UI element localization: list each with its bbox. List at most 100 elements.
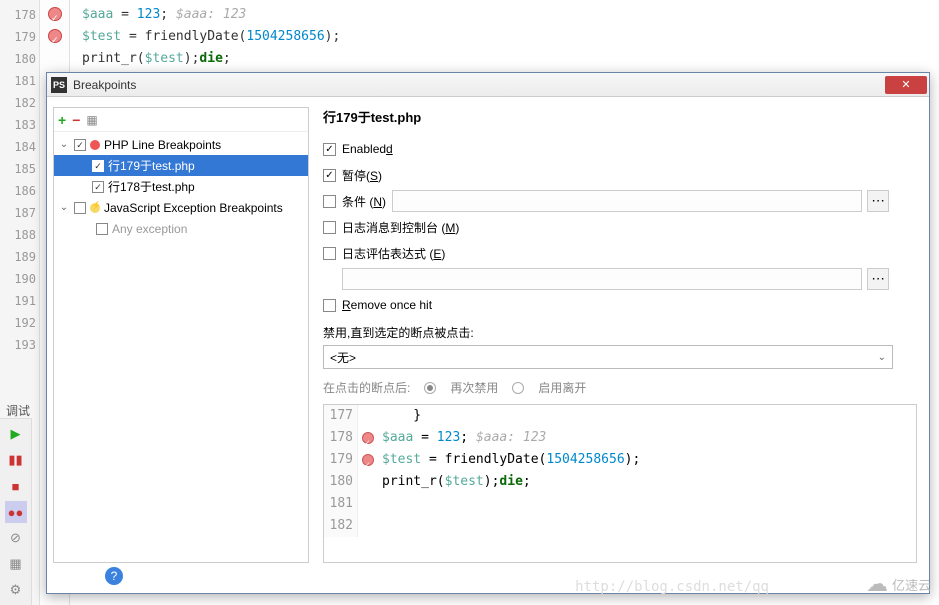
breakpoint-dot-icon: [362, 454, 374, 466]
condition-option[interactable]: 条件 (N) ⋯: [323, 188, 923, 214]
expand-icon[interactable]: ⋯: [867, 268, 889, 290]
tree-item-bp179[interactable]: ✓ 行179于test.php: [54, 155, 308, 176]
breakpoints-tree-panel: + − ▦ ⌄ ✓ PHP Line Breakpoints ✓ 行179于te…: [53, 107, 309, 563]
checkbox[interactable]: ✓: [323, 143, 336, 156]
line-number: 181: [324, 493, 358, 515]
enabled-option[interactable]: ✓ Enabledd: [323, 136, 923, 162]
radio-disable-again[interactable]: [424, 382, 436, 394]
tree-label: 行179于test.php: [108, 157, 195, 174]
line-number: 180: [324, 471, 358, 493]
mute-breakpoints-icon[interactable]: ⊘: [5, 527, 27, 549]
line-number: 177: [324, 405, 358, 427]
breakpoint-gutter[interactable]: [358, 493, 378, 515]
line-number: 191: [0, 290, 36, 312]
tree-label: 行178于test.php: [108, 178, 195, 195]
settings-icon[interactable]: ⚙: [5, 579, 27, 601]
checkbox[interactable]: ✓: [323, 169, 336, 182]
after-hit-row: 在点击的断点后: 再次禁用 启用离开: [323, 379, 923, 396]
remove-once-hit-option[interactable]: Remove once hit: [323, 292, 923, 318]
radio-leave-enabled[interactable]: [512, 382, 524, 394]
line-number: 193: [0, 334, 36, 356]
breakpoint-dot-icon[interactable]: [48, 7, 62, 21]
preview-line[interactable]: 177 }: [324, 405, 916, 427]
code-line[interactable]: 179 $test = friendlyDate(1504258656);: [0, 26, 939, 48]
disable-until-combo[interactable]: <无> ⌄: [323, 345, 893, 369]
line-number: 182: [324, 515, 358, 537]
debug-toolbar: ▶ ▮▮ ■ ●● ⊘ ▦ ⚙: [0, 418, 32, 605]
code-content[interactable]: $aaa = 123; $aaa: 123: [82, 4, 246, 26]
code-content: [378, 493, 382, 515]
line-number: 178: [0, 4, 36, 26]
after-hit-label: 在点击的断点后:: [323, 379, 410, 396]
suspend-option[interactable]: ✓ 暂停(S): [323, 162, 923, 188]
tree-label: PHP Line Breakpoints: [104, 138, 221, 152]
log-eval-input[interactable]: [342, 268, 862, 290]
code-content[interactable]: print_r($test);die;: [82, 48, 231, 70]
preview-line[interactable]: 179 $test = friendlyDate(1504258656);: [324, 449, 916, 471]
checkbox[interactable]: [323, 195, 336, 208]
line-number: 179: [324, 449, 358, 471]
tree-group-php[interactable]: ⌄ ✓ PHP Line Breakpoints: [54, 134, 308, 155]
breakpoint-gutter[interactable]: [358, 427, 378, 449]
expand-icon[interactable]: ⋯: [867, 190, 889, 212]
checkbox[interactable]: ✓: [92, 181, 104, 193]
line-number: 192: [0, 312, 36, 334]
remove-breakpoint-icon[interactable]: −: [72, 112, 80, 128]
checkbox[interactable]: [96, 223, 108, 235]
breakpoint-gutter[interactable]: [358, 405, 378, 427]
line-number: 190: [0, 268, 36, 290]
line-number: 179: [0, 26, 36, 48]
code-content: $test = friendlyDate(1504258656);: [378, 449, 640, 471]
code-line[interactable]: 180print_r($test);die;: [0, 48, 939, 70]
code-content: [378, 515, 382, 537]
preview-line[interactable]: 181: [324, 493, 916, 515]
dialog-title: Breakpoints: [73, 78, 885, 92]
breakpoints-dialog: PS Breakpoints ✕ + − ▦ ⌄ ✓ PHP Line Brea…: [46, 72, 930, 594]
cloud-logo: 亿速云: [866, 571, 931, 597]
view-breakpoints-icon[interactable]: ●●: [5, 501, 27, 523]
line-number: 178: [324, 427, 358, 449]
checkbox[interactable]: ✓: [74, 139, 86, 151]
checkbox[interactable]: [74, 202, 86, 214]
code-line[interactable]: 178 $aaa = 123; $aaa: 123: [0, 4, 939, 26]
code-content[interactable]: $test = friendlyDate(1504258656);: [82, 26, 340, 48]
stop-icon[interactable]: ■: [5, 475, 27, 497]
chevron-down-icon[interactable]: ⌄: [58, 202, 70, 213]
suspend-label: 暂停(S): [342, 167, 382, 184]
help-icon[interactable]: ?: [105, 567, 123, 585]
preview-line[interactable]: 180print_r($test);die;: [324, 471, 916, 493]
add-breakpoint-icon[interactable]: +: [58, 112, 66, 128]
preview-line[interactable]: 182: [324, 515, 916, 537]
group-by-icon[interactable]: ▦: [86, 113, 97, 127]
line-number: 181: [0, 70, 36, 92]
detail-title: 行179于test.php: [323, 107, 923, 126]
breakpoints-tree[interactable]: ⌄ ✓ PHP Line Breakpoints ✓ 行179于test.php…: [54, 132, 308, 562]
chevron-down-icon[interactable]: ⌄: [58, 139, 70, 150]
tree-group-js[interactable]: ⌄ JavaScript Exception Breakpoints: [54, 197, 308, 218]
checkbox[interactable]: ✓: [92, 160, 104, 172]
preview-line[interactable]: 178$aaa = 123; $aaa: 123: [324, 427, 916, 449]
chevron-down-icon: ⌄: [878, 352, 886, 363]
dialog-titlebar[interactable]: PS Breakpoints ✕: [47, 73, 929, 97]
condition-input[interactable]: [392, 190, 862, 212]
breakpoint-gutter[interactable]: [358, 515, 378, 537]
checkbox[interactable]: [323, 247, 336, 260]
debug-tab-label[interactable]: 调试: [6, 402, 30, 419]
log-message-option[interactable]: 日志消息到控制台 (M): [323, 214, 923, 240]
log-eval-option[interactable]: 日志评估表达式 (E): [323, 240, 923, 266]
checkbox[interactable]: [323, 221, 336, 234]
pause-icon[interactable]: ▮▮: [5, 449, 27, 471]
tree-item-bp178[interactable]: ✓ 行178于test.php: [54, 176, 308, 197]
resume-icon[interactable]: ▶: [5, 423, 27, 445]
tree-label: JavaScript Exception Breakpoints: [104, 201, 283, 215]
breakpoint-dot-icon[interactable]: [48, 29, 62, 43]
js-exception-icon: [90, 203, 100, 213]
condition-label: 条件 (N): [342, 193, 386, 210]
line-number: 186: [0, 180, 36, 202]
close-button[interactable]: ✕: [885, 76, 927, 94]
radio-leave-enabled-label: 启用离开: [538, 379, 586, 396]
breakpoint-dot-icon: [362, 432, 374, 444]
layout-icon[interactable]: ▦: [5, 553, 27, 575]
tree-item-any-exception[interactable]: Any exception: [54, 218, 308, 239]
checkbox[interactable]: [323, 299, 336, 312]
